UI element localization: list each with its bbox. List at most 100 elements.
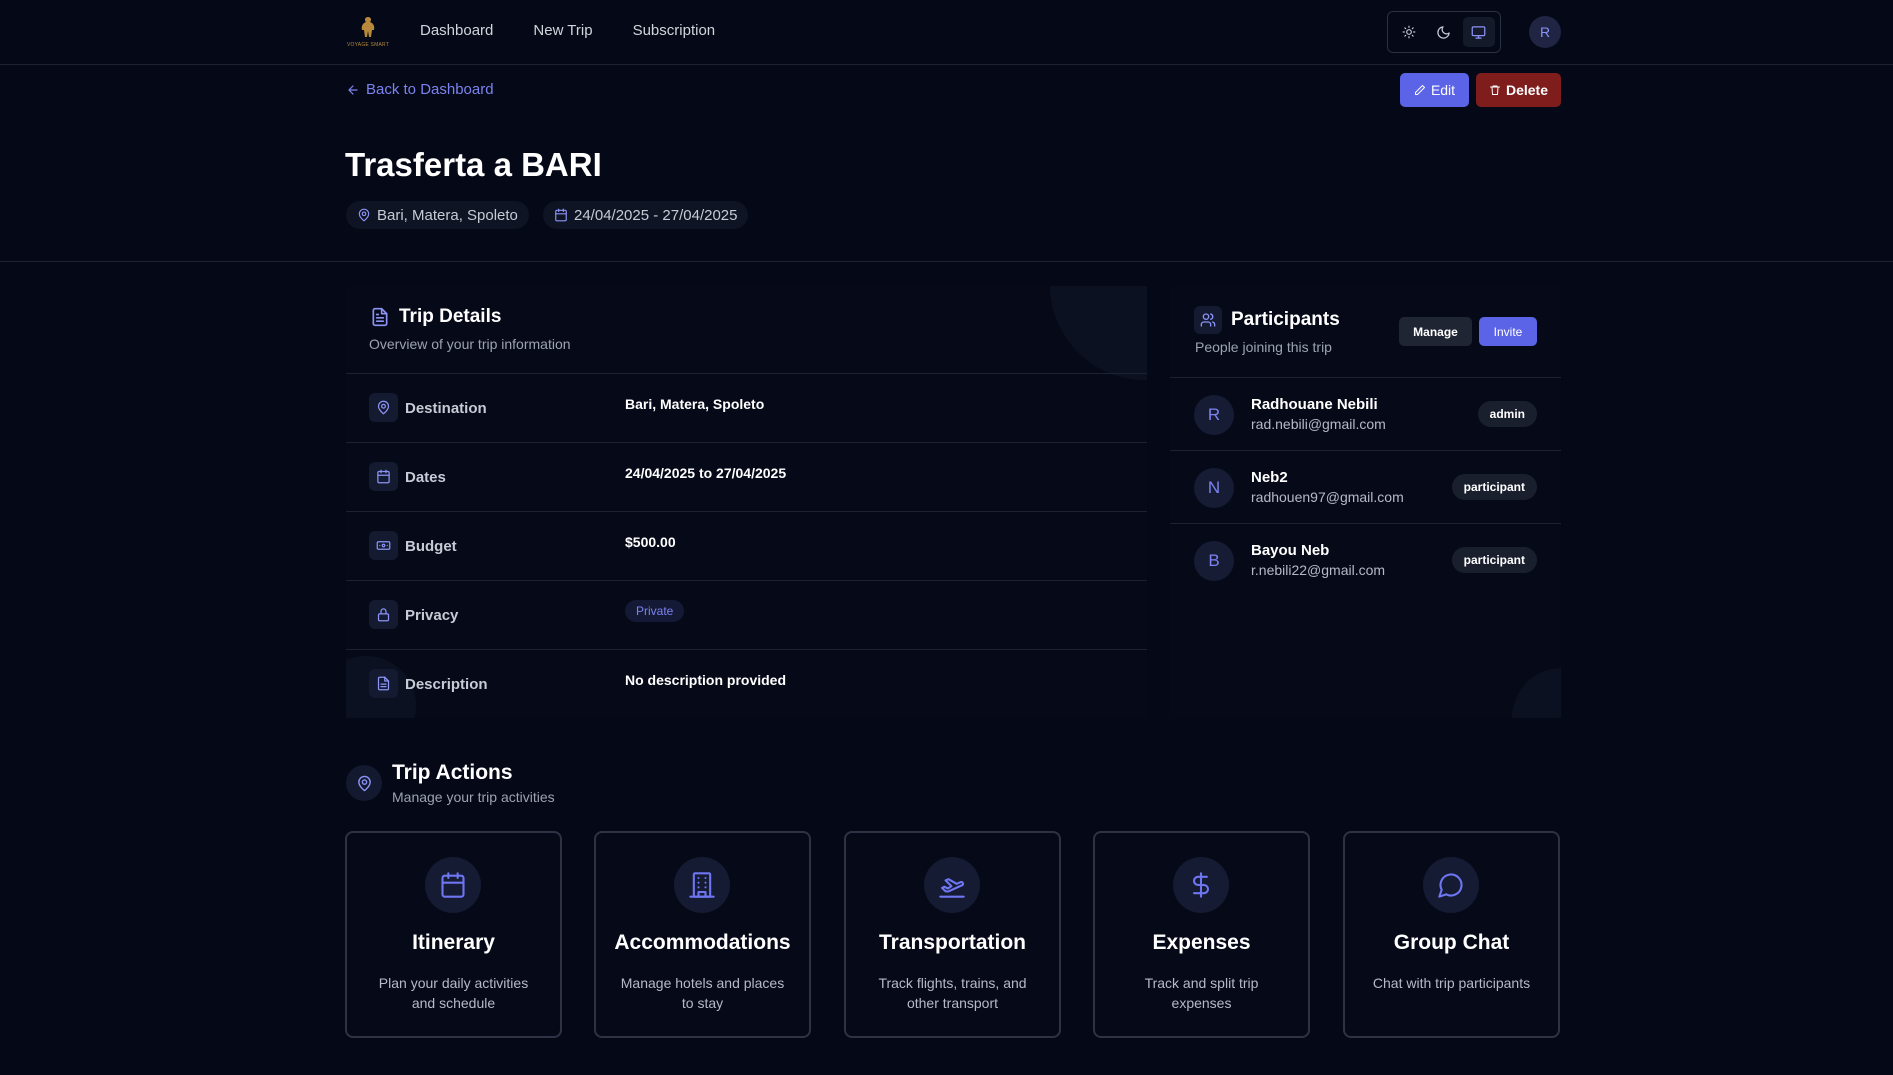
- monitor-icon: [1471, 25, 1486, 40]
- section-divider: [0, 261, 1893, 262]
- trip-details-header: Trip Details: [370, 306, 501, 328]
- participant-name: Neb2: [1251, 469, 1288, 486]
- detail-label: Description: [405, 676, 488, 693]
- theme-switcher: [1387, 11, 1501, 53]
- arrow-left-icon: [346, 83, 360, 97]
- banknote-icon: [369, 531, 398, 560]
- file-text-icon: [369, 669, 398, 698]
- file-text-icon: [370, 307, 390, 327]
- action-description: Track flights, trains, and other transpo…: [878, 975, 1027, 1011]
- plane-icon: [924, 857, 980, 913]
- moon-icon: [1436, 25, 1451, 40]
- nav-new-trip[interactable]: New Trip: [533, 22, 592, 39]
- action-title: Expenses: [1152, 931, 1251, 954]
- trash-icon: [1489, 84, 1501, 96]
- sun-icon: [1402, 25, 1416, 39]
- top-navbar: VOYAGE SMART Dashboard New Trip Subscrip…: [0, 0, 1893, 65]
- action-description: Plan your daily activities and schedule: [378, 975, 529, 1011]
- location-chip: Bari, Matera, Spoleto: [346, 201, 529, 229]
- date-range-text: 24/04/2025 - 27/04/2025: [574, 206, 738, 224]
- participant-email: r.nebili22@gmail.com: [1251, 562, 1386, 578]
- action-description: Manage hotels and places to stay: [620, 975, 785, 1011]
- action-description: Track and split trip expenses: [1144, 975, 1259, 1011]
- detail-value: 24/04/2025 to 27/04/2025: [625, 465, 787, 481]
- map-pin-icon: [346, 765, 382, 801]
- nav-subscription[interactable]: Subscription: [633, 22, 716, 39]
- participant-row: N Neb2 radhouen97@gmail.com participant: [1170, 450, 1561, 523]
- user-avatar[interactable]: R: [1529, 16, 1561, 48]
- role-badge: participant: [1451, 474, 1537, 500]
- pencil-icon: [1414, 84, 1426, 96]
- chat-icon: [1423, 857, 1479, 913]
- expenses-card[interactable]: Expenses Track and split trip expenses: [1093, 831, 1310, 1038]
- logo-text: VOYAGE SMART: [347, 41, 389, 48]
- app-logo[interactable]: VOYAGE SMART: [346, 12, 390, 50]
- system-theme-button[interactable]: [1462, 17, 1495, 47]
- location-text: Bari, Matera, Spoleto: [377, 206, 518, 224]
- calendar-icon: [425, 857, 481, 913]
- lock-icon: [369, 600, 398, 629]
- delete-button[interactable]: Delete: [1476, 73, 1561, 107]
- edit-button[interactable]: Edit: [1400, 73, 1469, 107]
- detail-row-destination: Destination Bari, Matera, Spoleto: [346, 373, 1147, 442]
- trip-actions-title: Trip Actions: [392, 761, 513, 784]
- detail-row-privacy: Privacy Private: [346, 580, 1147, 649]
- detail-value: Bari, Matera, Spoleto: [625, 396, 765, 412]
- detail-row-budget: Budget $500.00: [346, 511, 1147, 580]
- logo-figure-icon: [361, 16, 375, 37]
- participants-card: Participants People joining this trip Ma…: [1170, 286, 1561, 718]
- avatar: N: [1194, 468, 1234, 508]
- participant-row: B Bayou Neb r.nebili22@gmail.com partici…: [1170, 523, 1561, 596]
- participants-subtitle: People joining this trip: [1195, 339, 1332, 355]
- action-title: Accommodations: [614, 931, 791, 954]
- action-title: Transportation: [878, 931, 1026, 954]
- dollar-icon: [1173, 857, 1229, 913]
- detail-value: No description provided: [625, 672, 787, 688]
- trip-details-title: Trip Details: [399, 306, 502, 327]
- participant-name: Radhouane Nebili: [1251, 396, 1378, 413]
- participants-header: Participants: [1194, 306, 1340, 334]
- accommodations-card[interactable]: Accommodations Manage hotels and places …: [594, 831, 811, 1038]
- privacy-badge: Private: [625, 600, 685, 622]
- group-chat-card[interactable]: Group Chat Chat with trip participants: [1343, 831, 1560, 1038]
- manage-participants-button[interactable]: Manage: [1399, 317, 1472, 346]
- detail-label: Budget: [405, 538, 457, 555]
- detail-label: Destination: [405, 400, 487, 417]
- transportation-card[interactable]: Transportation Track flights, trains, an…: [844, 831, 1061, 1038]
- trip-actions-subtitle: Manage your trip activities: [392, 789, 555, 805]
- edit-label: Edit: [1430, 82, 1456, 98]
- decorative-circle: [1050, 286, 1147, 380]
- light-theme-button[interactable]: [1393, 17, 1425, 47]
- delete-label: Delete: [1505, 82, 1549, 98]
- building-icon: [674, 857, 730, 913]
- participants-title: Participants: [1231, 309, 1340, 330]
- trip-details-card: Trip Details Overview of your trip infor…: [346, 286, 1147, 718]
- map-pin-icon: [369, 393, 398, 422]
- action-title: Group Chat: [1393, 931, 1510, 954]
- role-badge: admin: [1477, 401, 1537, 427]
- detail-value: $500.00: [625, 534, 676, 550]
- avatar: B: [1194, 541, 1234, 581]
- participant-row: R Radhouane Nebili rad.nebili@gmail.com …: [1170, 377, 1561, 450]
- map-pin-icon: [357, 208, 371, 222]
- calendar-icon: [369, 462, 398, 491]
- participant-email: radhouen97@gmail.com: [1251, 489, 1404, 505]
- calendar-icon: [554, 208, 568, 222]
- action-description: Chat with trip participants: [1372, 975, 1531, 991]
- nav-dashboard[interactable]: Dashboard: [420, 22, 493, 39]
- itinerary-card[interactable]: Itinerary Plan your daily activities and…: [345, 831, 562, 1038]
- detail-label: Privacy: [405, 607, 459, 624]
- invite-button[interactable]: Invite: [1479, 317, 1537, 346]
- avatar: R: [1194, 395, 1234, 435]
- back-to-dashboard-link[interactable]: Back to Dashboard: [346, 81, 494, 98]
- decorative-circle: [1512, 668, 1561, 718]
- action-title: Itinerary: [412, 931, 495, 954]
- participant-email: rad.nebili@gmail.com: [1251, 416, 1386, 432]
- detail-row-description: Description No description provided: [346, 649, 1147, 718]
- main-nav: Dashboard New Trip Subscription: [420, 22, 715, 39]
- dark-theme-button[interactable]: [1428, 17, 1460, 47]
- date-range-chip: 24/04/2025 - 27/04/2025: [543, 201, 749, 229]
- trip-details-subtitle: Overview of your trip information: [369, 336, 571, 352]
- detail-label: Dates: [405, 469, 446, 486]
- participant-name: Bayou Neb: [1251, 542, 1330, 559]
